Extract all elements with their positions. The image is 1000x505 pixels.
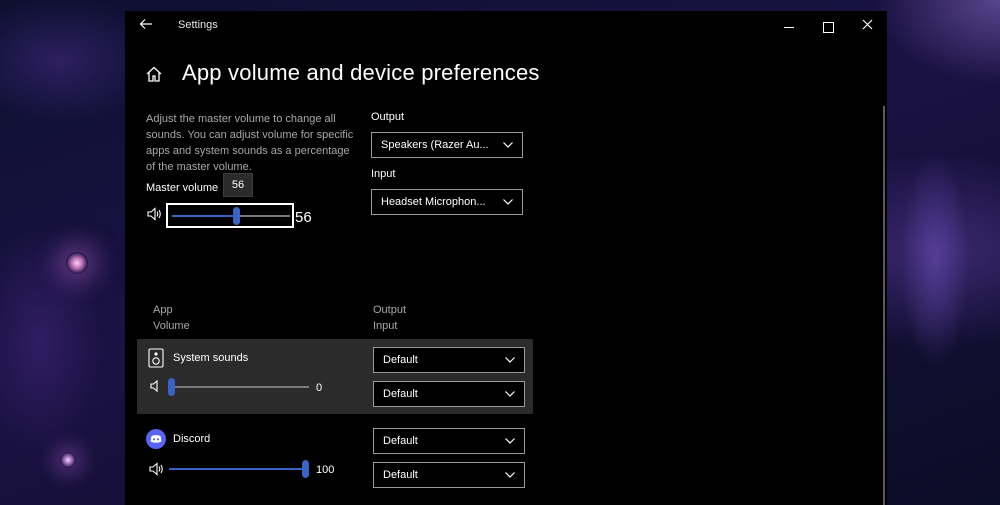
chevron-down-icon [504, 348, 516, 372]
volume-tooltip: 56 [223, 173, 253, 197]
device-column-header: Output Input [373, 302, 406, 334]
volume-column-title: Volume [153, 320, 190, 332]
master-volume-value: 56 [295, 209, 312, 226]
app-name: Discord [173, 433, 211, 445]
input-label: Input [371, 168, 396, 180]
desktop-light-glow [900, 150, 970, 370]
output-label: Output [371, 111, 405, 123]
speaker-box-icon [148, 348, 164, 368]
output-device-value: Speakers (Razer Au... [381, 139, 489, 151]
speaker-volume-icon[interactable] [147, 207, 163, 224]
chevron-down-icon [504, 382, 516, 406]
app-volume-value: 0 [316, 382, 323, 394]
back-arrow-icon[interactable] [137, 17, 155, 35]
close-icon[interactable] [857, 16, 877, 36]
scrollbar[interactable] [883, 106, 885, 505]
output-device-dropdown[interactable]: Speakers (Razer Au... [371, 132, 523, 158]
speaker-icon[interactable] [150, 379, 160, 396]
dropdown-value: Default [383, 469, 418, 481]
settings-window: Settings App volume and device preferenc… [125, 11, 887, 505]
system-sounds-input-dropdown[interactable]: Default [373, 381, 525, 407]
chevron-down-icon [504, 429, 516, 453]
app-column-title: App [153, 304, 173, 316]
input-device-value: Headset Microphon... [381, 196, 486, 208]
dropdown-value: Default [383, 435, 418, 447]
discord-input-dropdown[interactable]: Default [373, 462, 525, 488]
system-sounds-volume-track[interactable] [172, 386, 309, 388]
master-volume-slider-fill [172, 215, 236, 217]
system-sounds-output-dropdown[interactable]: Default [373, 347, 525, 373]
discord-output-dropdown[interactable]: Default [373, 428, 525, 454]
system-sounds-volume-thumb[interactable] [168, 378, 175, 396]
output-column-title: Output [373, 304, 407, 316]
master-volume-label: Master volume [146, 182, 219, 194]
chevron-down-icon [504, 463, 516, 487]
home-icon[interactable] [145, 65, 165, 85]
master-volume-description: Adjust the master volume to change all s… [146, 113, 354, 173]
app-volume-value: 100 [316, 464, 335, 476]
page-title: App volume and device preferences [182, 60, 540, 85]
minimize-icon[interactable] [779, 16, 799, 36]
speaker-volume-icon[interactable] [149, 462, 165, 479]
app-name: System sounds [173, 352, 249, 364]
desktop-light-glow [60, 452, 76, 468]
chevron-down-icon [502, 190, 514, 214]
window-title: Settings [178, 19, 218, 31]
dropdown-value: Default [383, 354, 418, 366]
discord-volume-fill[interactable] [169, 468, 306, 470]
discord-icon [146, 429, 166, 449]
maximize-icon[interactable] [818, 16, 838, 36]
title-bar: Settings [125, 11, 887, 41]
discord-volume-thumb[interactable] [302, 460, 309, 478]
app-column-header: App Volume [153, 302, 190, 334]
chevron-down-icon [502, 133, 514, 157]
desktop-light-glow [66, 252, 88, 274]
input-column-title: Input [373, 320, 398, 332]
dropdown-value: Default [383, 388, 418, 400]
input-device-dropdown[interactable]: Headset Microphon... [371, 189, 523, 215]
master-volume-slider-thumb[interactable] [233, 207, 240, 225]
